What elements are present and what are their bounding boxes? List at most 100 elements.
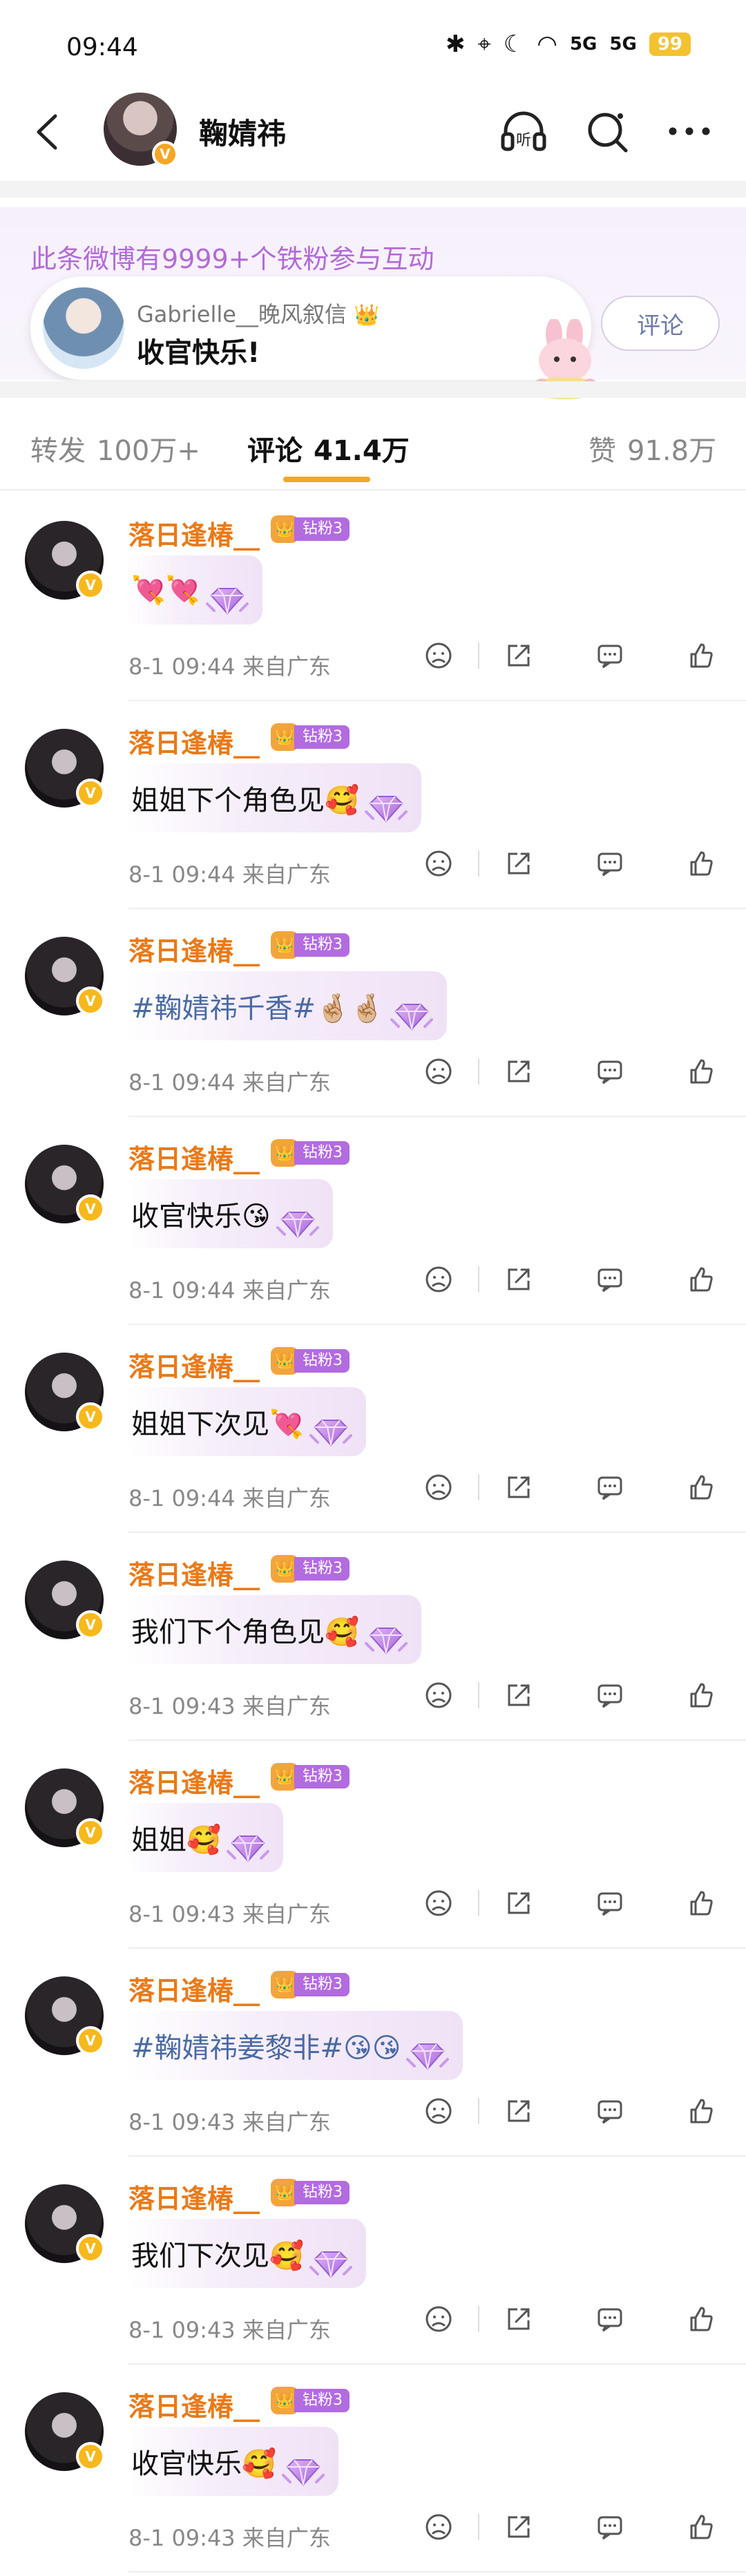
search-button[interactable] [582, 105, 634, 158]
share-button[interactable] [501, 1470, 536, 1505]
featured-fan-comment[interactable]: Gabrielle__晚风叙信 👑 收官快乐! [30, 276, 602, 399]
fan-avatar[interactable] [43, 287, 124, 369]
reply-button[interactable] [593, 2302, 627, 2336]
fan-level-badge[interactable]: 👑 钻粉3 [271, 1347, 350, 1375]
active-tab-indicator [283, 477, 370, 482]
share-button[interactable] [501, 2094, 536, 2128]
like-button[interactable] [684, 638, 718, 673]
commenter-name[interactable]: 落日逢椿__ [128, 2385, 260, 2423]
action-separator [478, 2098, 479, 2124]
page-title[interactable]: 鞠婧祎 [199, 111, 286, 153]
comment-bubble[interactable]: 收官快乐😘 [124, 1179, 333, 1248]
share-button[interactable] [501, 1262, 536, 1297]
fan-level-text: 钻粉3 [294, 517, 350, 541]
share-button[interactable] [501, 638, 536, 673]
fan-level-badge[interactable]: 👑 钻粉3 [271, 1555, 350, 1583]
like-button[interactable] [684, 1470, 718, 1505]
share-icon [508, 1268, 530, 1290]
share-button[interactable] [501, 2510, 536, 2544]
fan-level-badge[interactable]: 👑 钻粉3 [271, 1139, 350, 1167]
comment-bubble[interactable]: 姐姐下次见💘 [124, 1387, 366, 1456]
fan-level-badge[interactable]: 👑 钻粉3 [271, 931, 350, 959]
reply-button[interactable] [593, 1262, 627, 1297]
dislike-button[interactable] [421, 1886, 456, 1920]
diamond-gem-icon [364, 1628, 408, 1654]
commenter-name[interactable]: 落日逢椿__ [128, 1762, 260, 1800]
fan-level-badge[interactable]: 👑 钻粉3 [271, 1971, 350, 1998]
like-button[interactable] [684, 1054, 718, 1089]
comment-icon [597, 2516, 622, 2540]
tab-repost[interactable]: 转发 100万+ [30, 428, 200, 468]
more-button[interactable] [663, 105, 716, 158]
dislike-button[interactable] [421, 2510, 456, 2544]
comment-bubble[interactable]: 收官快乐🥰 [124, 2427, 338, 2496]
comment-time: 09:43 [171, 2525, 236, 2551]
like-button[interactable] [684, 2094, 718, 2128]
share-button[interactable] [501, 1678, 536, 1712]
comment-bubble[interactable]: #鞠婧祎千香#🤞🏼🤞🏼 [124, 971, 447, 1040]
commenter-name[interactable]: 落日逢椿__ [128, 514, 260, 552]
reply-button[interactable] [593, 2094, 627, 2128]
dislike-button[interactable] [421, 1678, 456, 1712]
comment-bubble[interactable]: #鞠婧祎姜黎非#😘😘 [124, 2011, 463, 2080]
author-avatar[interactable]: V [104, 93, 178, 167]
dislike-button[interactable] [421, 638, 456, 673]
like-button[interactable] [684, 1262, 718, 1297]
commenter-name[interactable]: 落日逢椿__ [128, 1554, 260, 1592]
share-icon [508, 2100, 530, 2122]
like-button[interactable] [684, 2510, 718, 2544]
comment-icon [597, 1892, 622, 1916]
like-button[interactable] [684, 846, 718, 881]
share-button[interactable] [501, 2302, 536, 2336]
dislike-button[interactable] [421, 2094, 456, 2128]
dislike-face-icon [425, 1058, 452, 1085]
fan-level-badge[interactable]: 👑 钻粉3 [271, 2179, 350, 2206]
dislike-button[interactable] [421, 1470, 456, 1505]
comment-text: 收官快乐🥰 [131, 2448, 276, 2480]
fan-level-badge[interactable]: 👑 钻粉3 [271, 723, 350, 751]
comment-bubble[interactable]: 💘💘 [124, 555, 262, 624]
comment-meta: 8-1 09:44 来自广东 [128, 1481, 331, 1513]
commenter-name[interactable]: 落日逢椿__ [128, 2177, 260, 2215]
dislike-button[interactable] [421, 2302, 456, 2336]
fan-user-name-text: Gabrielle__晚风叙信 [137, 301, 347, 327]
share-button[interactable] [501, 846, 536, 881]
comment-icon [597, 1060, 622, 1085]
commenter-name[interactable]: 落日逢椿__ [128, 722, 260, 760]
comment-location: 来自广东 [242, 1069, 331, 1096]
share-button[interactable] [501, 1886, 536, 1920]
fan-level-badge[interactable]: 👑 钻粉3 [271, 1763, 350, 1791]
dislike-button[interactable] [421, 846, 456, 881]
commenter-name[interactable]: 落日逢椿__ [128, 930, 260, 968]
tab-likes[interactable]: 赞 91.8万 [589, 428, 716, 468]
fan-level-badge[interactable]: 👑 钻粉3 [271, 2387, 350, 2414]
fan-level-badge[interactable]: 👑 钻粉3 [271, 515, 350, 543]
like-button[interactable] [684, 1886, 718, 1920]
thumbs-up-icon [690, 2515, 713, 2539]
commenter-name[interactable]: 落日逢椿__ [128, 1138, 260, 1176]
comment-bubble[interactable]: 姐姐下个角色见🥰 [124, 763, 421, 832]
dislike-button[interactable] [421, 1262, 456, 1297]
back-button[interactable] [25, 108, 73, 156]
commenter-name[interactable]: 落日逢椿__ [128, 1346, 260, 1384]
reply-button[interactable] [593, 1886, 627, 1920]
comment-icon [597, 1684, 622, 1708]
reply-button[interactable] [593, 846, 627, 881]
fan-reply-button[interactable]: 评论 [601, 296, 720, 351]
signal-5g-2: 5G [609, 34, 637, 55]
comment-bubble[interactable]: 我们下次见🥰 [124, 2219, 366, 2288]
tab-comments[interactable]: 评论 41.4万 [247, 428, 410, 468]
commenter-name[interactable]: 落日逢椿__ [128, 1969, 260, 2007]
reply-button[interactable] [593, 638, 627, 673]
like-button[interactable] [684, 2302, 718, 2336]
reply-button[interactable] [593, 1470, 627, 1505]
like-button[interactable] [684, 1678, 718, 1712]
comment-bubble[interactable]: 姐姐🥰 [124, 1803, 283, 1872]
dislike-button[interactable] [421, 1054, 456, 1089]
comment-bubble[interactable]: 我们下个角色见🥰 [124, 1595, 421, 1664]
reply-button[interactable] [593, 2510, 627, 2544]
reply-button[interactable] [593, 1678, 627, 1712]
listen-button[interactable]: 听 [497, 105, 550, 158]
share-button[interactable] [501, 1054, 536, 1089]
reply-button[interactable] [593, 1054, 627, 1089]
